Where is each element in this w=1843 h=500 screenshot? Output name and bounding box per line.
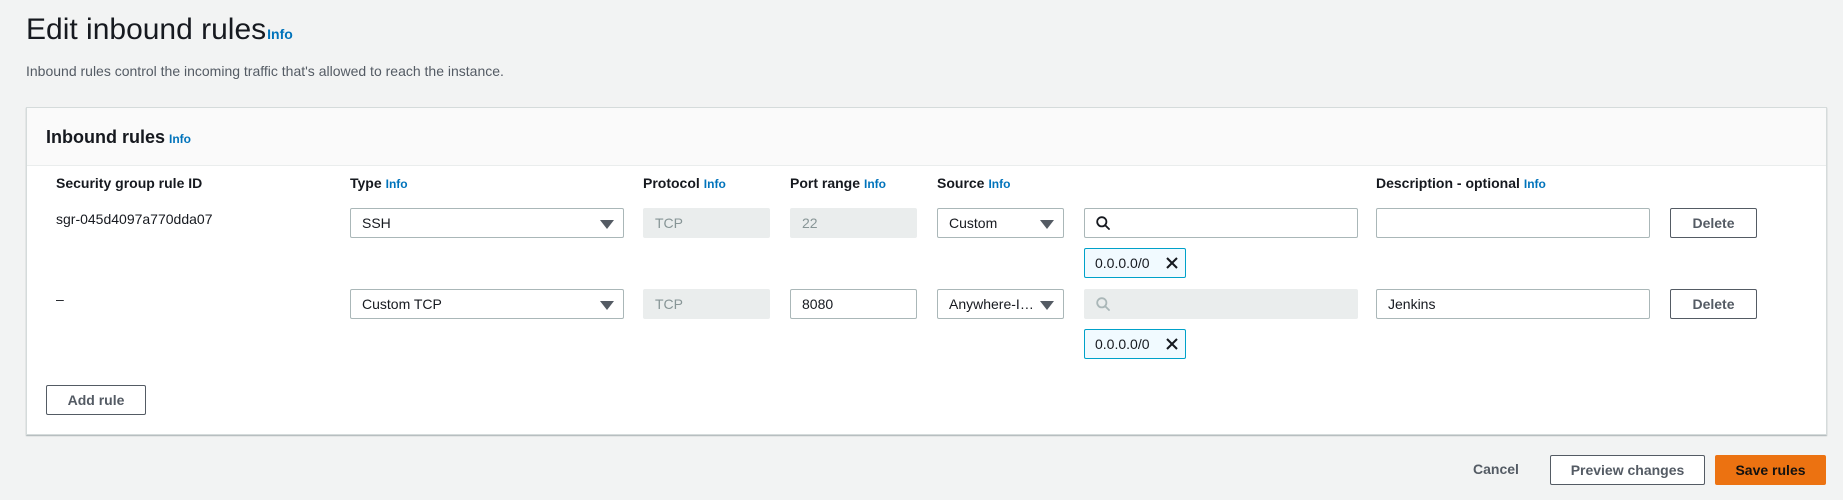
panel-header: Inbound rules Info xyxy=(27,108,1826,166)
column-header-rule-id-label: Security group rule ID xyxy=(56,175,203,191)
caret-down-icon xyxy=(1040,220,1054,229)
cancel-button[interactable]: Cancel xyxy=(1460,455,1532,485)
column-header-port-range: Port range Info xyxy=(790,174,886,193)
caret-down-icon xyxy=(600,301,614,310)
port-range-info-link[interactable]: Info xyxy=(864,177,886,191)
remove-token-icon[interactable] xyxy=(1165,337,1179,351)
protocol-info-link[interactable]: Info xyxy=(704,177,726,191)
preview-changes-button[interactable]: Preview changes xyxy=(1550,455,1705,485)
type-info-link[interactable]: Info xyxy=(386,177,408,191)
page-description: Inbound rules control the incoming traff… xyxy=(26,63,504,79)
column-header-description-label: Description - optional xyxy=(1376,175,1520,191)
type-select[interactable]: SSH xyxy=(350,208,624,238)
delete-button[interactable]: Delete xyxy=(1670,208,1757,238)
search-icon xyxy=(1096,297,1110,311)
description-field[interactable]: Jenkins xyxy=(1376,289,1650,319)
type-select[interactable]: Custom TCP xyxy=(350,289,624,319)
caret-down-icon xyxy=(600,220,614,229)
caret-down-icon xyxy=(1040,301,1054,310)
panel-title-text: Inbound rules xyxy=(46,127,165,147)
column-header-source-label: Source xyxy=(937,175,985,191)
search-icon xyxy=(1096,216,1110,230)
column-header-rule-id: Security group rule ID xyxy=(56,174,202,192)
column-header-port-range-label: Port range xyxy=(790,175,861,191)
page-title: Edit inbound rulesInfo xyxy=(26,10,293,54)
panel-info-link[interactable]: Info xyxy=(169,132,191,146)
save-rules-button[interactable]: Save rules xyxy=(1715,455,1826,485)
cidr-token: 0.0.0.0/0 xyxy=(1084,329,1186,359)
source-type-select[interactable]: Custom xyxy=(937,208,1064,238)
remove-token-icon[interactable] xyxy=(1165,256,1179,270)
column-header-protocol: Protocol Info xyxy=(643,174,726,193)
rule-id-cell: – xyxy=(56,291,64,307)
panel-title: Inbound rules Info xyxy=(46,126,191,150)
description-info-link[interactable]: Info xyxy=(1524,177,1546,191)
cidr-token-label: 0.0.0.0/0 xyxy=(1095,336,1150,352)
protocol-field: TCP xyxy=(643,289,770,319)
column-header-protocol-label: Protocol xyxy=(643,175,700,191)
type-select-value: Custom TCP xyxy=(362,296,442,312)
page-title-text: Edit inbound rules xyxy=(26,13,267,46)
delete-button[interactable]: Delete xyxy=(1670,289,1757,319)
description-field[interactable] xyxy=(1376,208,1650,238)
cidr-token-label: 0.0.0.0/0 xyxy=(1095,255,1150,271)
rule-id-cell: sgr-045d4097a770dda07 xyxy=(56,211,213,227)
type-select-value: SSH xyxy=(362,215,391,231)
port-range-field: 22 xyxy=(790,208,917,238)
column-header-type: Type Info xyxy=(350,174,408,193)
column-header-description: Description - optional Info xyxy=(1376,174,1546,193)
source-search-input xyxy=(1084,289,1358,319)
cidr-token: 0.0.0.0/0 xyxy=(1084,248,1186,278)
source-type-select[interactable]: Anywhere-IPv4 xyxy=(937,289,1064,319)
page-title-info-link[interactable]: Info xyxy=(267,26,293,42)
add-rule-button[interactable]: Add rule xyxy=(46,385,146,415)
protocol-field: TCP xyxy=(643,208,770,238)
column-header-source: Source Info xyxy=(937,174,1010,193)
port-range-field[interactable]: 8080 xyxy=(790,289,917,319)
column-header-type-label: Type xyxy=(350,175,382,191)
inbound-rules-panel: Inbound rules Info Security group rule ID… xyxy=(26,107,1827,435)
source-info-link[interactable]: Info xyxy=(988,177,1010,191)
source-type-select-value: Custom xyxy=(949,215,998,231)
source-search-input[interactable] xyxy=(1084,208,1358,238)
source-type-select-value: Anywhere-IPv4 xyxy=(949,296,1037,312)
